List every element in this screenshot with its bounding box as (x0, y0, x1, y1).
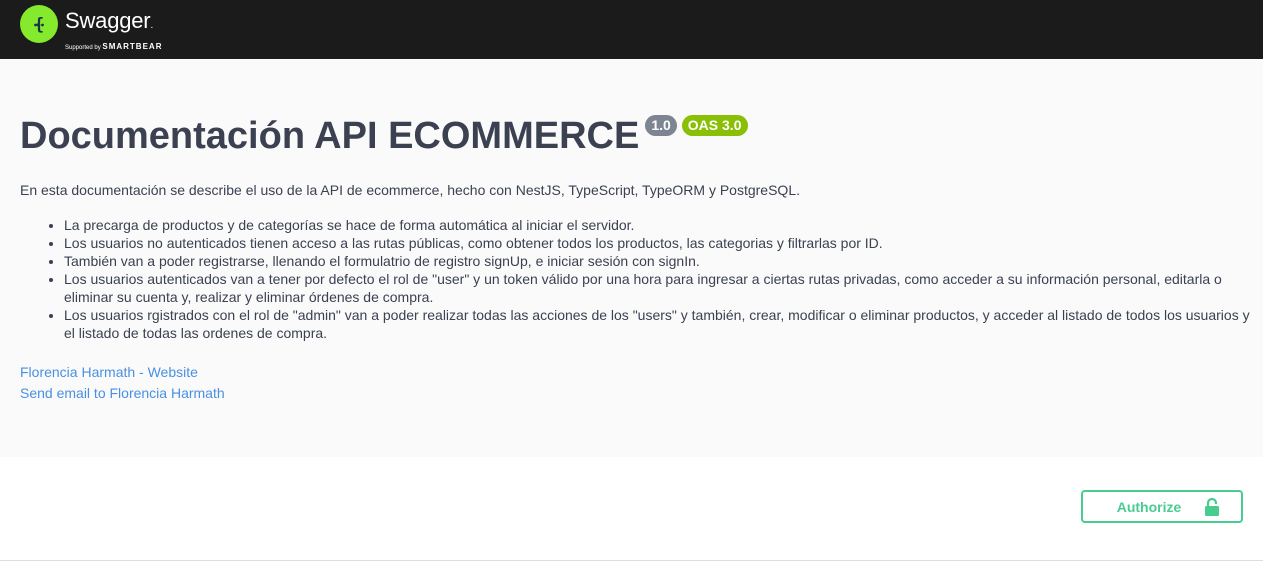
topbar: { Swagger. Supported by SMARTBEAR (0, 0, 1263, 59)
swagger-logo[interactable]: { Swagger. Supported by SMARTBEAR (20, 5, 162, 53)
logo-dot: . (150, 20, 154, 31)
unlocked-padlock-icon (1203, 497, 1221, 517)
logo-title: Swagger (65, 8, 151, 33)
website-link[interactable]: Florencia Harmath - Website (20, 362, 225, 383)
swagger-logo-icon: { (20, 5, 58, 43)
page-title: Documentación API ECOMMERCE (20, 115, 640, 157)
version-badge: 1.0 (645, 115, 677, 136)
description-bullet: Los usuarios rgistrados con el rol de "a… (64, 306, 1250, 342)
title-row: Documentación API ECOMMERCE 1.0 OAS 3.0 (20, 114, 748, 158)
description-bullet: La precarga de productos y de categorías… (64, 216, 1250, 234)
authorize-button[interactable]: Authorize (1081, 490, 1243, 523)
authorize-label: Authorize (1116, 498, 1182, 515)
email-link[interactable]: Send email to Florencia Harmath (20, 383, 225, 404)
logo-text: Swagger. Supported by SMARTBEAR (65, 8, 162, 53)
description-intro: En esta documentación se describe el uso… (20, 182, 800, 198)
contact-links: Florencia Harmath - Website Send email t… (20, 362, 225, 404)
info-section: Documentación API ECOMMERCE 1.0 OAS 3.0 … (0, 59, 1263, 457)
scheme-container: Authorize (0, 457, 1263, 561)
oas-badge: OAS 3.0 (681, 115, 748, 136)
description: En esta documentación se describe el uso… (20, 181, 1250, 342)
description-bullet: Los usuarios autenticados van a tener po… (64, 270, 1250, 306)
description-list: La precarga de productos y de categorías… (20, 216, 1250, 342)
logo-sub-brand: SMARTBEAR (102, 42, 163, 51)
description-bullet: Los usuarios no autenticados tienen acce… (64, 234, 1250, 252)
logo-sub-prefix: Supported by (65, 45, 103, 51)
description-bullet: También van a poder registrarse, llenand… (64, 252, 1250, 270)
